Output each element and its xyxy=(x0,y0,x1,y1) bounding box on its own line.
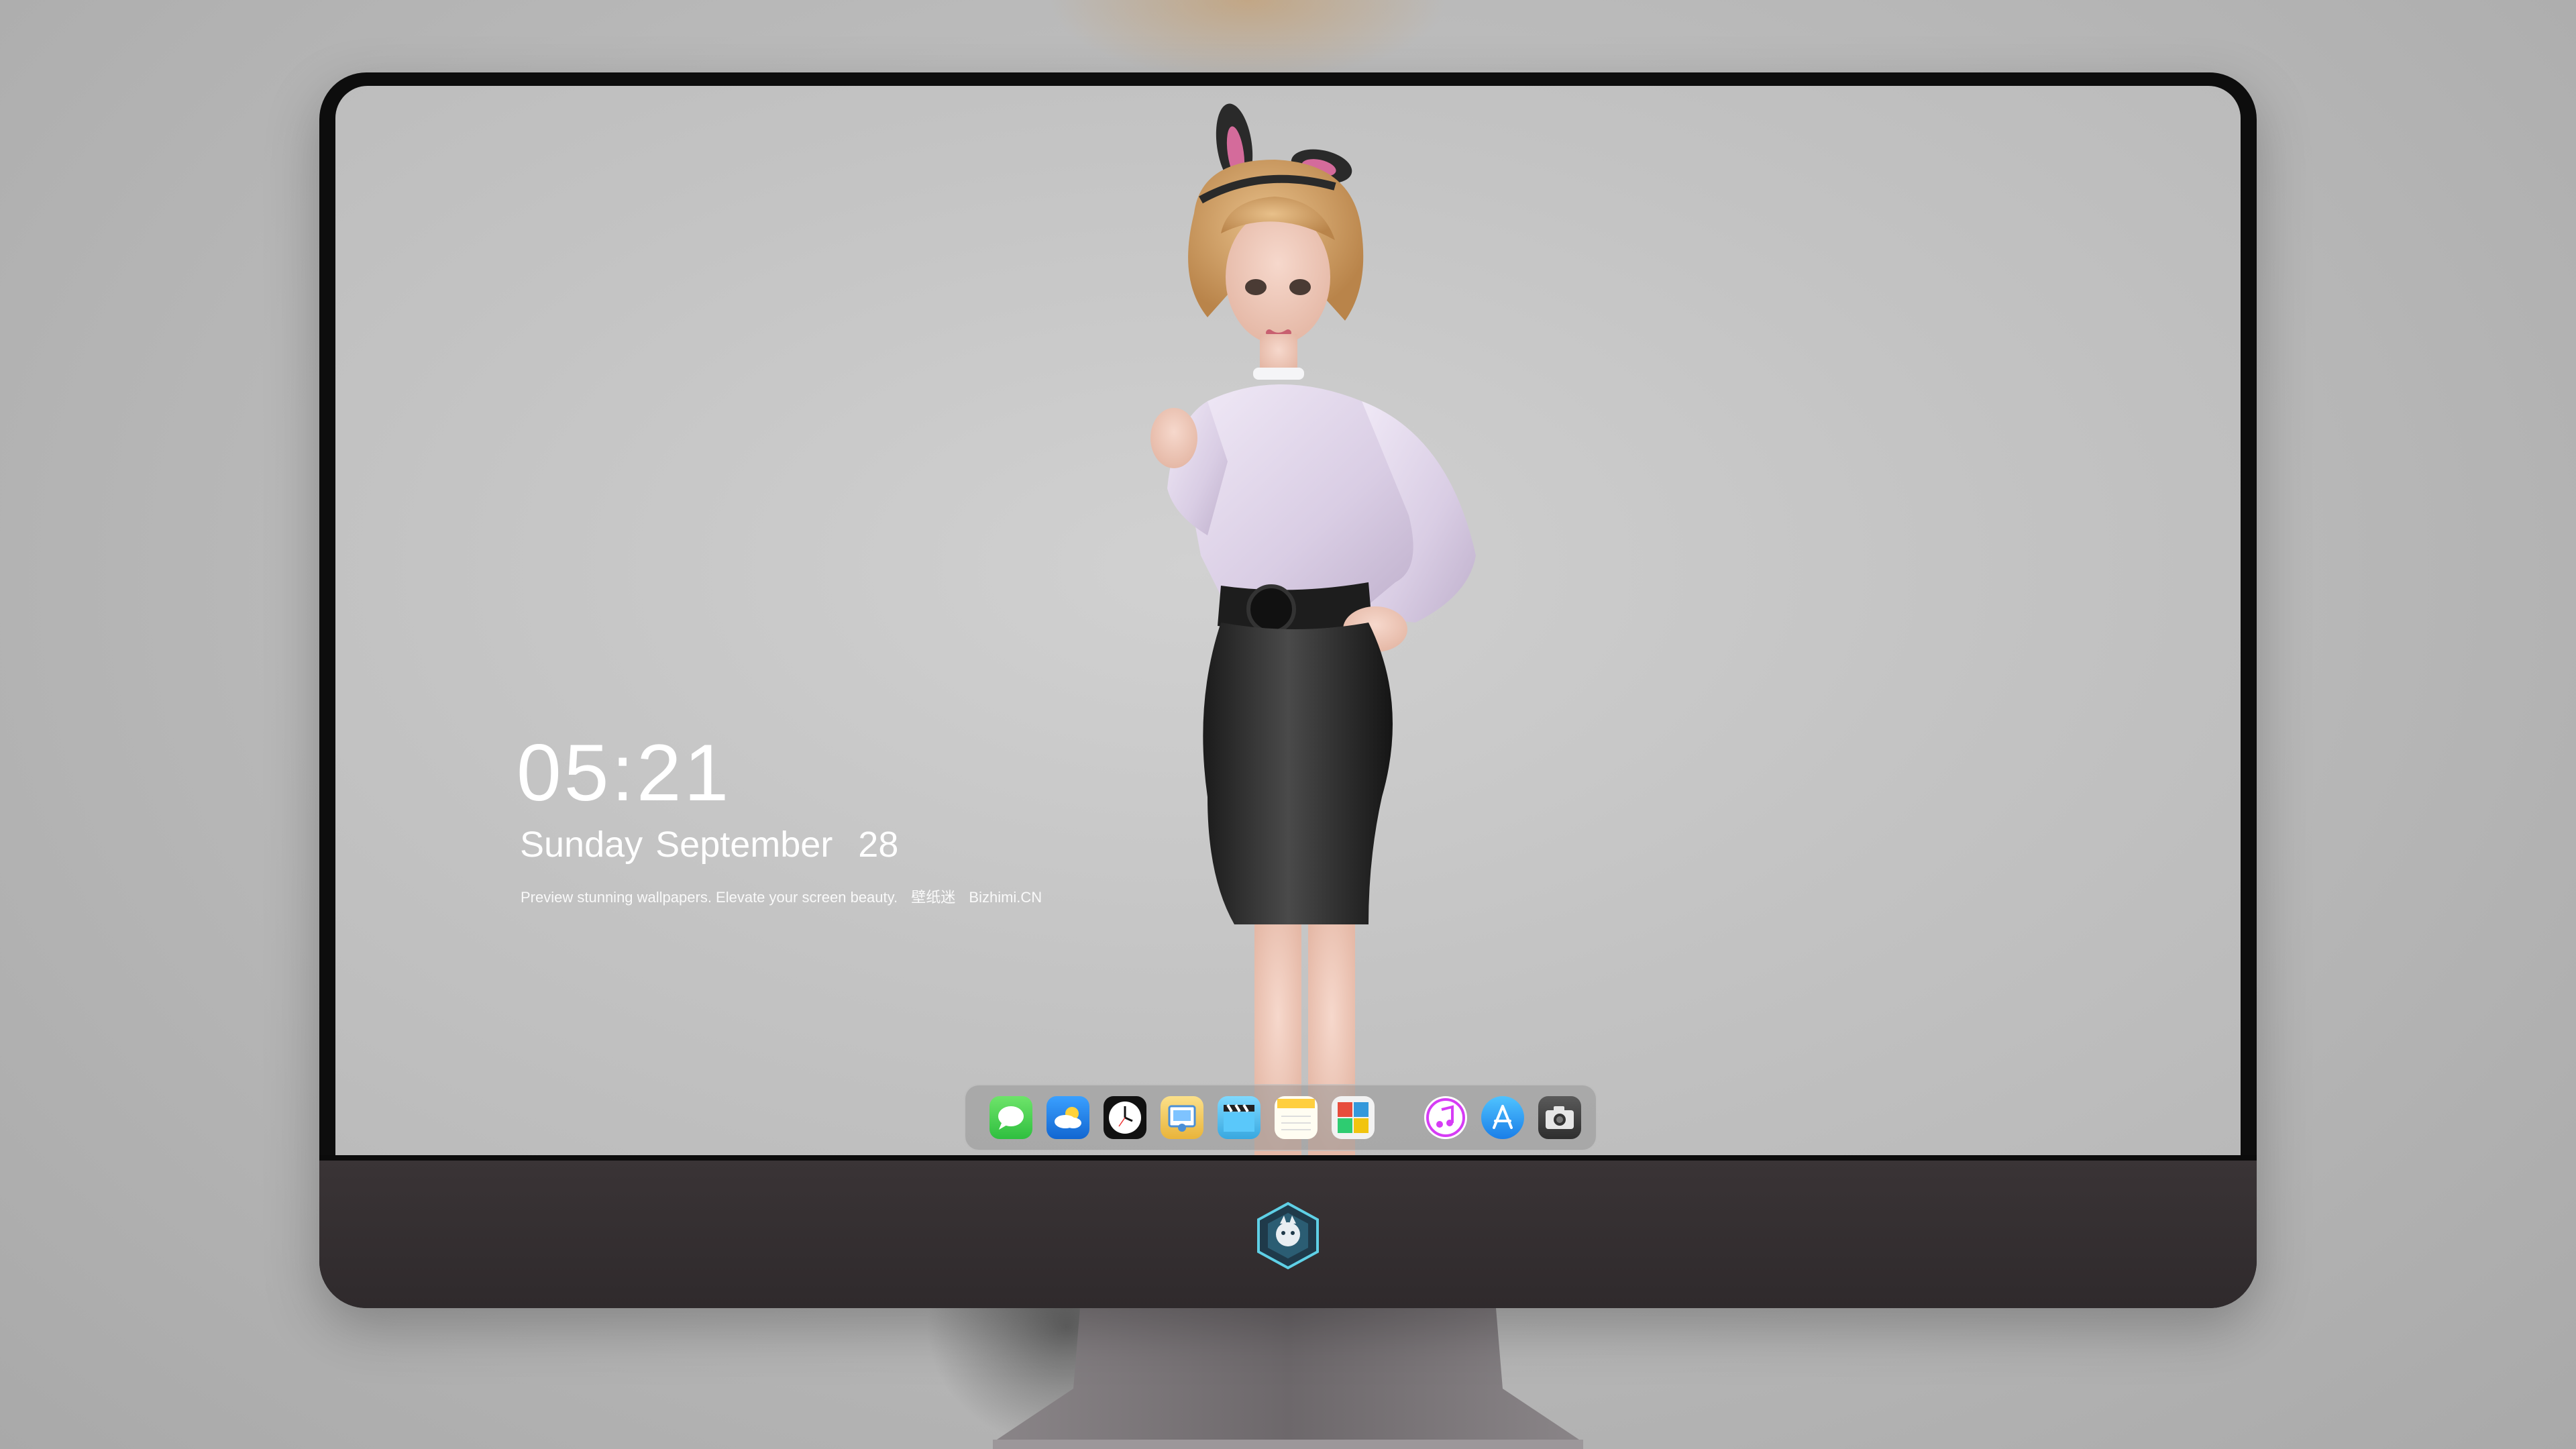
messages-icon[interactable] xyxy=(989,1096,1032,1139)
music-icon[interactable] xyxy=(1424,1096,1467,1139)
wallpaper-tagline: Preview stunning wallpapers. Elevate you… xyxy=(521,885,1051,907)
lock-screen-time: 05:21 xyxy=(517,728,732,818)
notes-icon[interactable] xyxy=(1275,1096,1318,1139)
clock-icon[interactable] xyxy=(1104,1096,1146,1139)
background-blur-hair xyxy=(1046,0,1449,80)
chin-divider xyxy=(319,1155,2257,1161)
camera-icon[interactable] xyxy=(1538,1096,1581,1139)
monitor-stand xyxy=(993,1308,1583,1449)
desktop-screen: 05:21 Sunday September 28 Preview stunni… xyxy=(335,86,2241,1155)
brand-logo-icon xyxy=(1257,1201,1319,1270)
preview-icon[interactable] xyxy=(1161,1096,1203,1139)
lock-screen-date: Sunday September 28 xyxy=(520,824,899,865)
wallpaper-character-illustration xyxy=(1150,103,1476,1155)
dock xyxy=(964,1084,1597,1151)
tagline-brand-cn: 壁纸迷 xyxy=(911,889,956,906)
tagline-text: Preview stunning wallpapers. Elevate you… xyxy=(521,889,898,906)
app-store-icon[interactable] xyxy=(1481,1096,1524,1139)
tagline-brand: Bizhimi.CN xyxy=(969,889,1042,906)
weather-icon[interactable] xyxy=(1046,1096,1089,1139)
clips-icon[interactable] xyxy=(1218,1096,1260,1139)
photo-booth-icon[interactable] xyxy=(1332,1096,1375,1139)
